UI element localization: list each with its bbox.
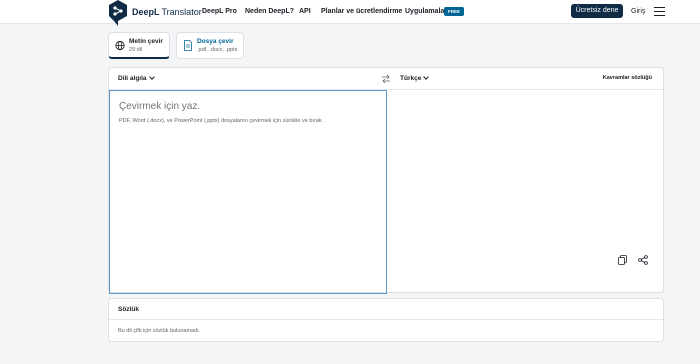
- document-icon: [184, 40, 192, 51]
- globe-icon: [115, 40, 125, 51]
- tab-translate-file[interactable]: Dosya çevir .pdf, .docx, .pptx: [176, 32, 244, 59]
- nav-plans-pricing[interactable]: Planlar ve ücretlendirme: [321, 8, 402, 15]
- dictionary-title: Sözlük: [118, 306, 139, 313]
- source-text-area[interactable]: PDF, Word (.docx), ve PowerPoint (.pptx)…: [109, 90, 387, 294]
- share-icon[interactable]: [638, 255, 648, 265]
- free-badge: FREE: [444, 7, 465, 16]
- deepl-logo-icon[interactable]: [108, 0, 128, 26]
- target-language-select[interactable]: Türkçe: [400, 73, 430, 82]
- tab-translate-file-title: Dosya çevir: [197, 38, 234, 45]
- brand[interactable]: DeepL Translator: [132, 7, 202, 17]
- source-language-select[interactable]: Dili algıla: [118, 73, 155, 82]
- tab-translate-text-subtitle: 29 dil: [129, 47, 143, 53]
- hamburger-icon[interactable]: [654, 7, 665, 16]
- translator-panel: Dili algıla Türkçe Kavramlar sözlüğü PDF…: [108, 67, 664, 294]
- tab-translate-file-subtitle: .pdf, .docx, .pptx: [197, 47, 238, 53]
- tab-translate-text-title: Metin çevir: [129, 38, 163, 45]
- copy-icon[interactable]: [618, 255, 627, 265]
- try-free-button[interactable]: Ücretsiz dene: [571, 4, 623, 18]
- dictionary-header: Sözlük: [109, 299, 663, 320]
- nav-why-deepl[interactable]: Neden DeepL?: [245, 8, 294, 15]
- chevron-down-icon: [423, 73, 430, 80]
- glossary-link[interactable]: Kavramlar sözlüğü: [603, 75, 652, 81]
- login-link[interactable]: Giriş: [631, 8, 645, 15]
- dictionary-panel: Sözlük Bu dil çifti için sözlük bulunama…: [108, 298, 664, 342]
- brand-name: DeepL: [132, 7, 160, 17]
- brand-subtitle: Translator: [161, 7, 202, 17]
- source-text-input[interactable]: [119, 101, 379, 112]
- translator-header: Dili algıla Türkçe Kavramlar sözlüğü: [109, 68, 663, 90]
- chevron-down-icon: [148, 73, 155, 80]
- nav-api[interactable]: API: [299, 8, 311, 15]
- source-language-label: Dili algıla: [118, 75, 147, 82]
- nav-deepl-pro[interactable]: DeepL Pro: [202, 8, 237, 15]
- source-drop-hint: PDF, Word (.docx), ve PowerPoint (.pptx)…: [119, 118, 324, 124]
- swap-languages-icon[interactable]: [381, 74, 391, 84]
- dictionary-empty-message: Bu dil çifti için sözlük bulunamadı.: [118, 328, 201, 334]
- target-language-label: Türkçe: [400, 75, 422, 82]
- top-navigation-bar: DeepL Translator DeepL Pro Neden DeepL? A…: [0, 0, 700, 26]
- tab-translate-text[interactable]: Metin çevir 29 dil: [108, 32, 170, 59]
- nav-apps[interactable]: Uygulamalar: [405, 8, 447, 15]
